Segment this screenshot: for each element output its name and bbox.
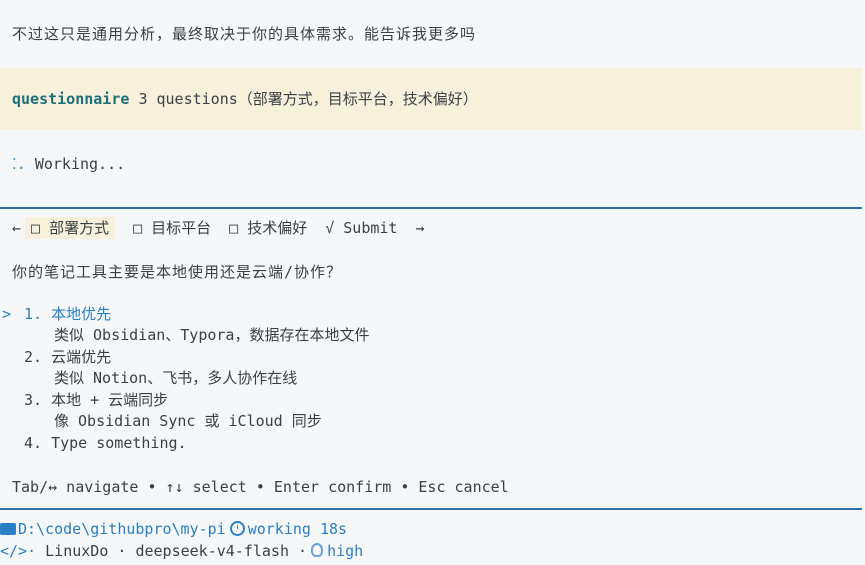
working-indicator: ⁚. Working... [12,154,125,174]
option-4[interactable]: 4. Type something. [24,433,187,453]
working-label: Working... [34,155,126,173]
tab-submit[interactable]: √ Submit [325,219,397,237]
model-name: deepseek-v4-flash [135,542,289,560]
code-icon: </>· [0,542,37,560]
question-tabs: ← □ 部署方式 □ 目标平台 □ 技术偏好 √ Submit → [12,217,425,239]
option-1[interactable]: 1. 本地优先 [24,304,111,324]
clock-icon [229,521,245,536]
question-text: 你的笔记工具主要是本地使用还是云端/协作？ [12,263,343,281]
option-1-desc: 类似 Obsidian、Typora，数据存在本地文件 [54,326,370,344]
separator-dot: · [298,542,308,560]
option-3-desc: 像 Obsidian Sync 或 iCloud 同步 [54,412,322,430]
help-text: Tab/↔ navigate • ↑↓ select • Enter confi… [12,478,509,496]
tab-target-platform[interactable]: □ 目标平台 [133,219,211,237]
questionnaire-line: questionnaire 3 questions（部署方式，目标平台，技术偏好… [12,89,478,109]
assistant-message: 不过这只是通用分析，最终取决于你的具体需求。能告诉我更多吗 [12,25,477,43]
arrow-left-icon[interactable]: ← [12,219,21,237]
working-time: working 18s [247,520,348,538]
option-2[interactable]: 2. 云端优先 [24,347,111,367]
status-line-path: D:\code\githubpro\my-pi working 18s [0,519,347,539]
tab-tech-preference[interactable]: □ 技术偏好 [229,219,307,237]
tab-deployment[interactable]: □ 部署方式 [25,217,116,239]
lightbulb-icon [311,543,324,557]
questionnaire-name: questionnaire [12,90,130,108]
folder-icon [0,523,16,535]
spinner-icon: ⁚. [12,155,26,173]
cwd-path: D:\code\githubpro\my-pi [18,520,226,538]
status-line-model: </>· LinuxDo · deepseek-v4-flash · high [0,541,363,561]
arrow-right-icon[interactable]: → [415,219,424,237]
separator-top [0,207,862,209]
questionnaire-summary: 3 questions（部署方式，目标平台，技术偏好） [138,90,478,108]
cursor-indicator: > [2,305,12,323]
provider-name: LinuxDo [45,542,109,560]
separator-dot: · [117,542,127,560]
separator-bottom [0,508,862,510]
option-2-desc: 类似 Notion、飞书，多人协作在线 [54,369,298,387]
thinking-level: high [327,542,364,560]
option-3[interactable]: 3. 本地 + 云端同步 [24,390,168,410]
